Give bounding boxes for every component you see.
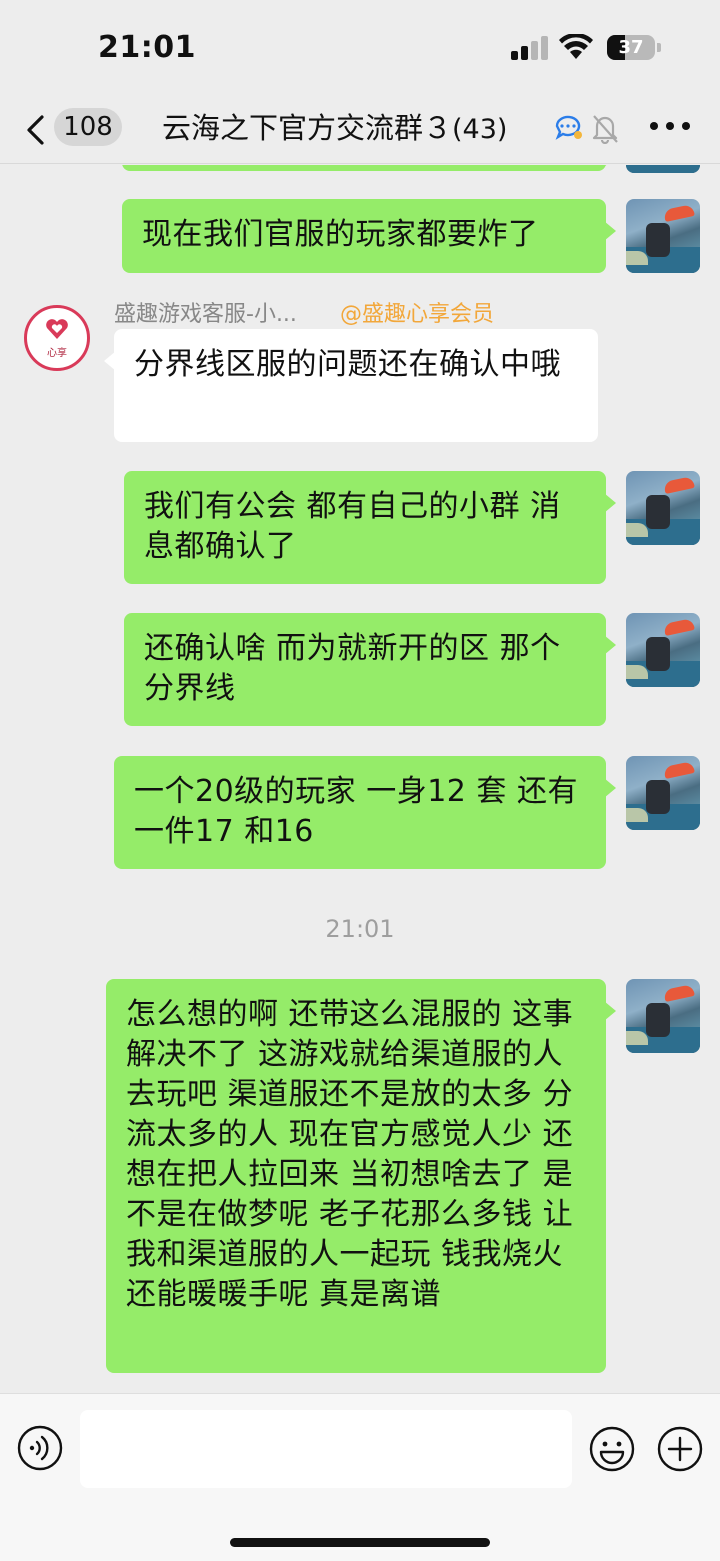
avatar[interactable] [626, 471, 700, 545]
avatar[interactable] [626, 613, 700, 687]
unread-count-badge[interactable]: 108 [54, 108, 122, 146]
chevron-left-icon[interactable] [24, 114, 48, 146]
wifi-icon [559, 34, 593, 59]
voice-icon[interactable] [17, 1425, 63, 1471]
group-name: 云海之下官方交流群３ [162, 111, 453, 145]
avatar-logo-text: 心享 [47, 348, 67, 359]
avatar-support[interactable]: 心享 [24, 305, 90, 371]
message-timestamp: 21:01 [325, 915, 395, 943]
signal-icon [511, 36, 549, 60]
chat-title[interactable]: 云海之下官方交流群３(43) [162, 108, 507, 150]
message-list[interactable]: 现在我们官服的玩家都要炸了 心享 盛趣游戏客服-小... @盛趣心享会员 分界线… [0, 165, 720, 1393]
message-bubble[interactable]: 分界线区服的问题还在确认中哦 [104, 329, 598, 442]
plus-icon[interactable] [656, 1425, 704, 1473]
home-indicator[interactable] [230, 1538, 490, 1547]
battery-level: 37 [618, 37, 644, 58]
message-bubble[interactable]: 一个20级的玩家 一身12 套 还有一件17 和16 [114, 756, 616, 869]
input-bar [0, 1393, 720, 1561]
emoji-icon[interactable] [588, 1425, 636, 1473]
sender-tag: @盛趣心享会员 [340, 302, 495, 327]
more-icon[interactable] [650, 122, 690, 132]
message-input[interactable] [80, 1410, 572, 1488]
avatar[interactable] [626, 199, 700, 273]
battery-icon: 37 [607, 35, 655, 60]
status-bar: 21:01 37 [0, 0, 720, 96]
mute-bell-icon[interactable] [590, 112, 620, 144]
message-bubble[interactable]: 怎么想的啊 还带这么混服的 这事解决不了 这游戏就给渠道服的人去玩吧 渠道服还不… [106, 979, 616, 1373]
message-bubble[interactable]: 现在我们官服的玩家都要炸了 [122, 199, 616, 273]
message-bubble[interactable]: 我们有公会 都有自己的小群 消息都确认了 [124, 471, 616, 584]
chat-bubbles-icon [555, 115, 582, 140]
heart-logo-icon [46, 319, 68, 339]
battery-tip [657, 43, 661, 52]
avatar[interactable] [626, 979, 700, 1053]
avatar[interactable] [626, 756, 700, 830]
message-bubble-partial[interactable] [122, 165, 616, 171]
status-time: 21:01 [98, 30, 196, 65]
chat-header: 108 云海之下官方交流群３(43) [0, 96, 720, 164]
member-count: (43) [452, 114, 508, 145]
avatar[interactable] [626, 165, 700, 173]
message-bubble[interactable]: 还确认啥 而为就新开的区 那个分界线 [124, 613, 616, 726]
sender-name[interactable]: 盛趣游戏客服-小... [114, 296, 297, 328]
